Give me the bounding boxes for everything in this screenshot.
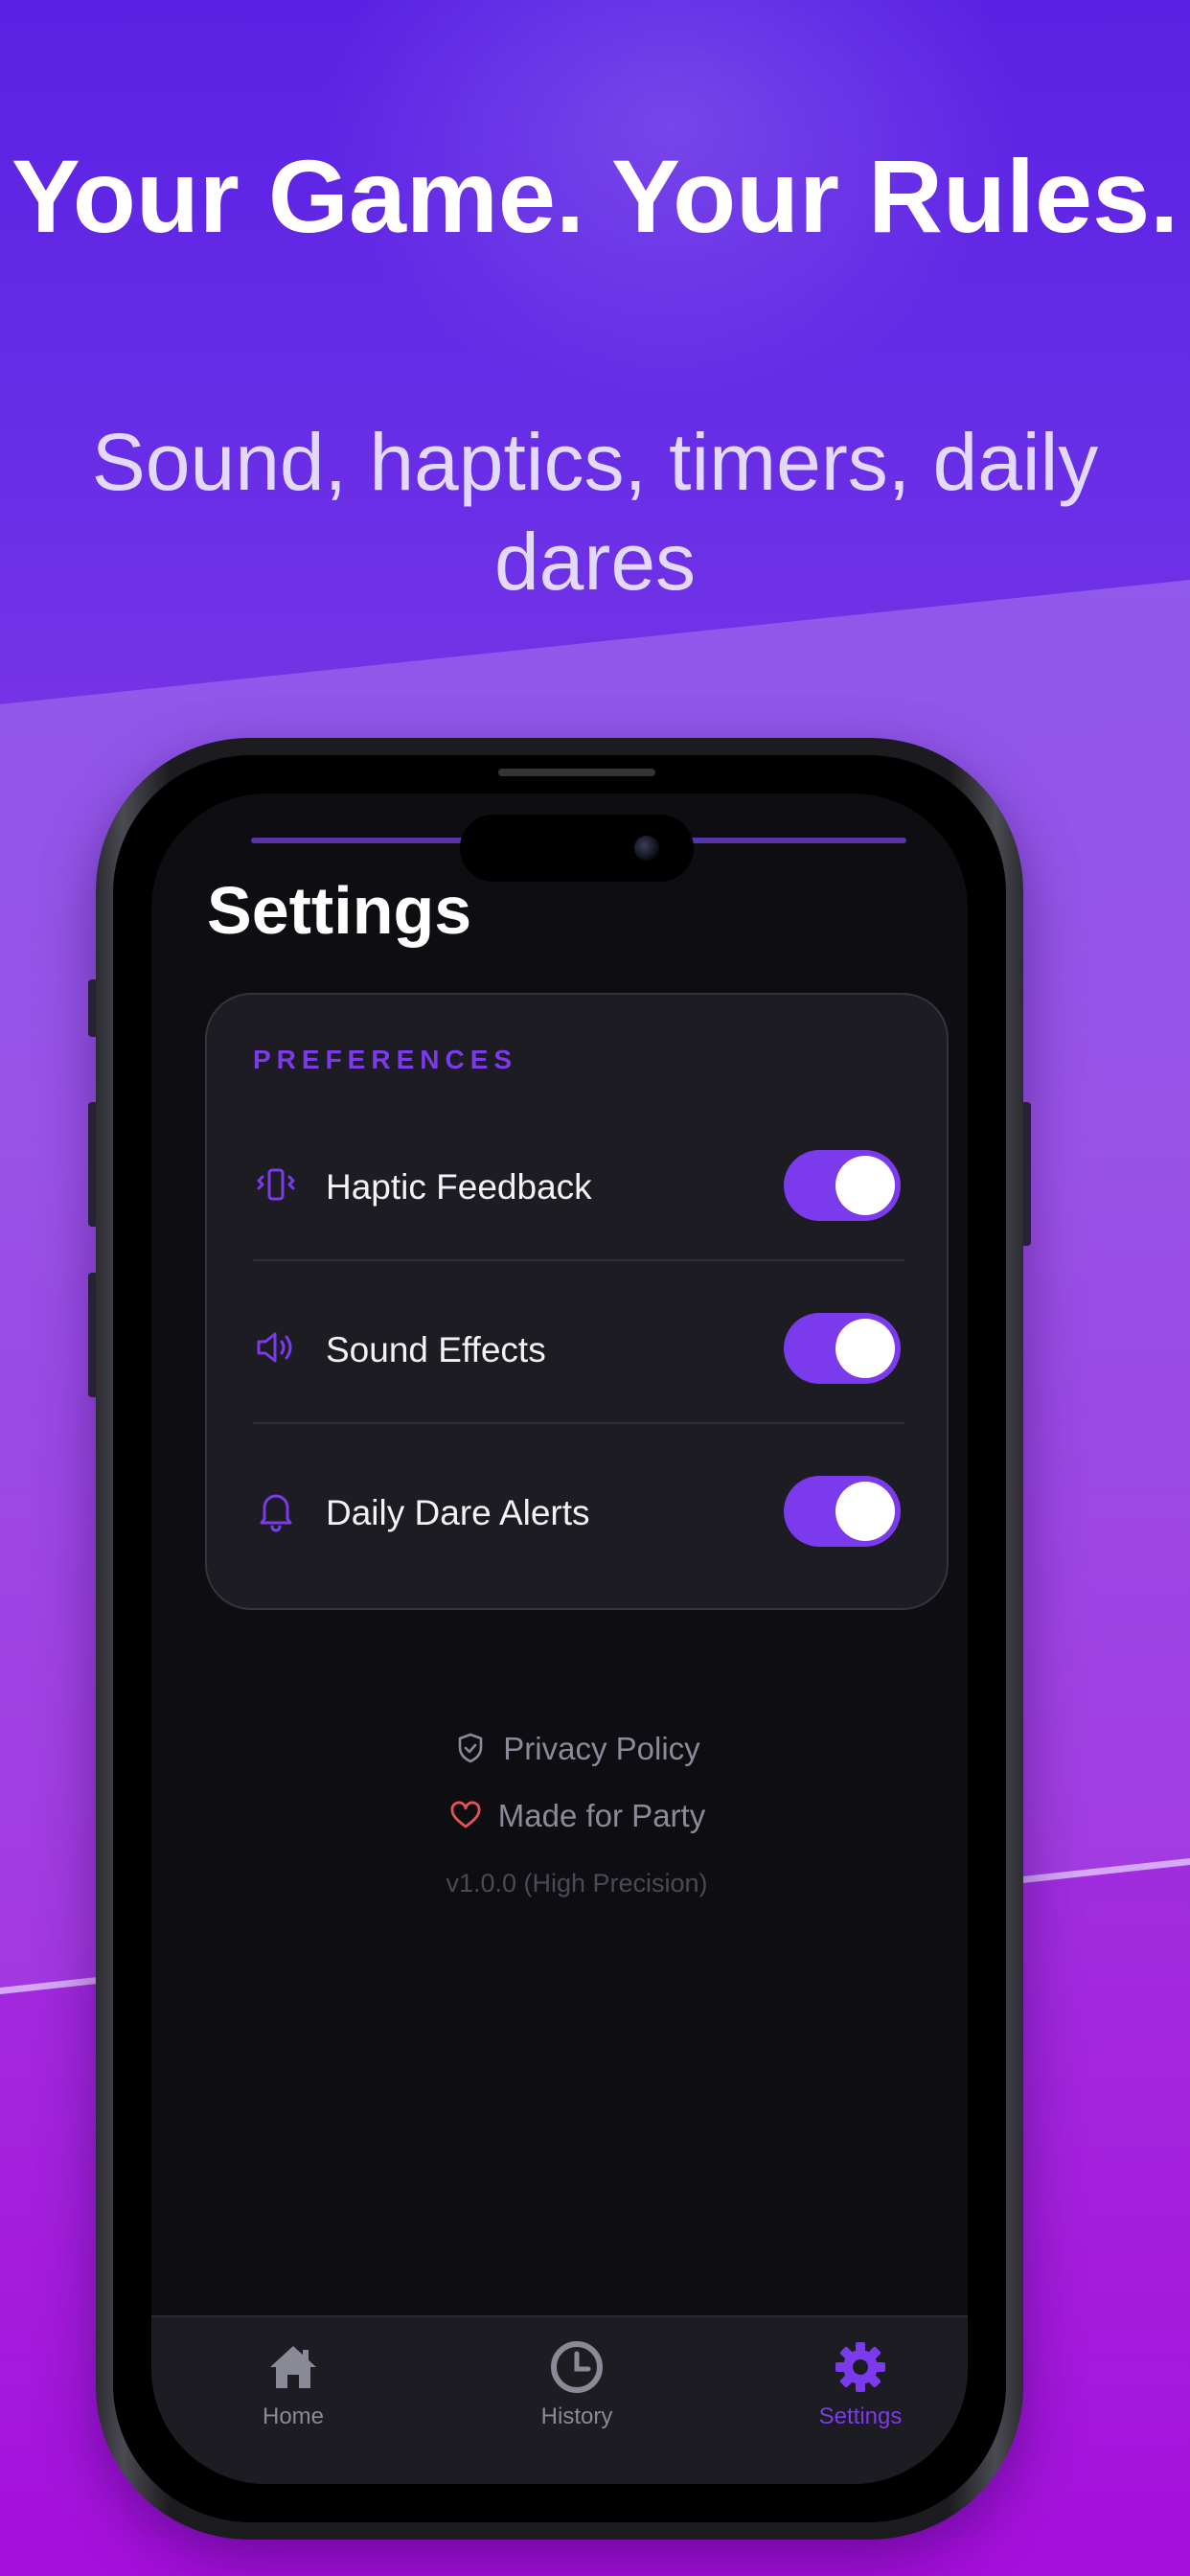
- marketing-headline: Your Game. Your Rules.: [11, 138, 1179, 254]
- dynamic-island: [460, 815, 694, 882]
- tab-bar: Home History Settings: [151, 2315, 968, 2484]
- sound-effects-toggle[interactable]: [784, 1313, 901, 1384]
- phone-frame: Settings PREFERENCES Haptic Feedback Sou…: [96, 738, 1023, 2540]
- setting-row-haptic-feedback: Haptic Feedback: [253, 1104, 904, 1267]
- front-camera: [634, 836, 659, 861]
- row-divider: [253, 1422, 904, 1424]
- tab-home[interactable]: Home: [197, 2336, 389, 2430]
- shield-icon: [458, 1733, 483, 1763]
- phone-earpiece: [498, 769, 655, 776]
- section-label-preferences: PREFERENCES: [253, 1045, 518, 1074]
- made-for-party-link[interactable]: Made for Party: [151, 1798, 968, 1834]
- marketing-subheadline: Sound, haptics, timers, daily dares: [91, 417, 1099, 607]
- made-for-party-label: Made for Party: [497, 1798, 706, 1833]
- tab-label-settings: Settings: [818, 2404, 903, 2429]
- setting-label-haptic-feedback: Haptic Feedback: [326, 1167, 592, 1207]
- row-divider: [253, 1259, 904, 1261]
- setting-label-daily-dare-alerts: Daily Dare Alerts: [326, 1493, 590, 1532]
- vibration-icon: [257, 1168, 295, 1201]
- toggle-knob: [835, 1319, 895, 1378]
- tab-history[interactable]: History: [481, 2336, 673, 2430]
- haptic-feedback-toggle[interactable]: [784, 1150, 901, 1221]
- app-screen: Settings PREFERENCES Haptic Feedback Sou…: [151, 794, 968, 2484]
- heart-icon: [450, 1801, 481, 1828]
- tab-label-history: History: [540, 2404, 613, 2429]
- page-title: Settings: [207, 873, 472, 948]
- phone-bezel: Settings PREFERENCES Haptic Feedback Sou…: [113, 755, 1006, 2522]
- home-icon: [270, 2346, 316, 2388]
- gear-icon: [835, 2342, 885, 2392]
- version-label: v1.0.0 (High Precision): [446, 1869, 708, 1898]
- tab-label-home: Home: [262, 2404, 325, 2429]
- privacy-policy-link[interactable]: Privacy Policy: [151, 1731, 968, 1767]
- setting-row-daily-dare-alerts: Daily Dare Alerts: [253, 1430, 904, 1593]
- clock-icon: [551, 2341, 603, 2393]
- tab-settings[interactable]: Settings: [765, 2336, 956, 2430]
- privacy-policy-label: Privacy Policy: [503, 1731, 700, 1766]
- setting-label-sound-effects: Sound Effects: [326, 1330, 546, 1369]
- preferences-card: PREFERENCES Haptic Feedback Sound Effect…: [205, 993, 949, 1610]
- daily-dare-alerts-toggle[interactable]: [784, 1476, 901, 1547]
- toggle-knob: [835, 1156, 895, 1215]
- bell-icon: [260, 1494, 292, 1532]
- setting-row-sound-effects: Sound Effects: [253, 1267, 904, 1430]
- toggle-knob: [835, 1482, 895, 1541]
- speaker-icon: [257, 1332, 292, 1363]
